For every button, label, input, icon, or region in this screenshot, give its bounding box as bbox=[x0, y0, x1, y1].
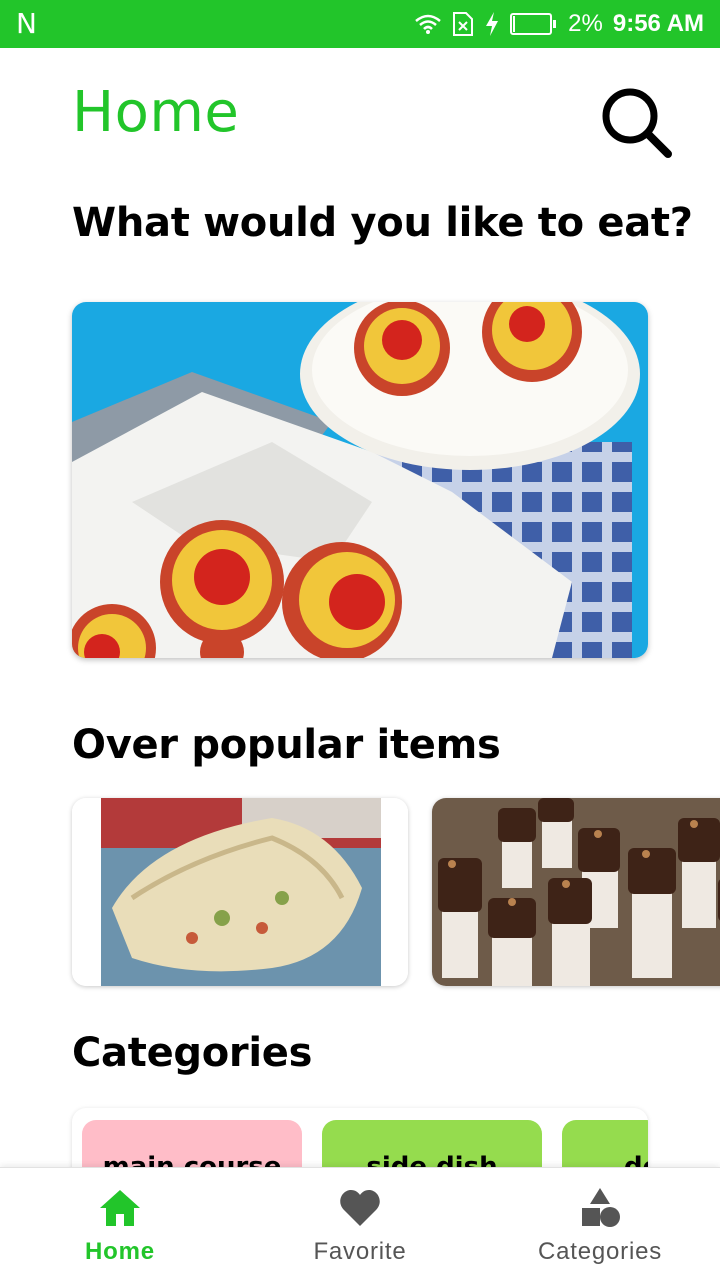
heart-icon bbox=[340, 1190, 380, 1226]
popular-item-card[interactable] bbox=[432, 798, 720, 986]
status-icons: 2% 9:56 AM bbox=[414, 0, 704, 48]
nav-home[interactable]: Home bbox=[0, 1168, 240, 1281]
no-sim-icon bbox=[453, 12, 474, 36]
shapes-icon bbox=[582, 1188, 620, 1227]
nav-label: Favorite bbox=[313, 1238, 407, 1265]
search-icon bbox=[602, 88, 672, 158]
page-subtitle: What would you like to eat? bbox=[72, 200, 693, 246]
popular-item-card[interactable] bbox=[72, 798, 408, 986]
status-bar: N 2% 9:56 AM bbox=[0, 0, 720, 48]
mini-quiche-photo bbox=[72, 302, 648, 658]
categories-section-title: Categories bbox=[72, 1030, 313, 1076]
charging-icon bbox=[486, 12, 499, 36]
clock: 9:56 AM bbox=[612, 10, 704, 37]
home-icon bbox=[100, 1190, 140, 1226]
nav-label: Categories bbox=[537, 1238, 663, 1265]
page-title: Home bbox=[72, 80, 240, 145]
nav-label: Home bbox=[85, 1238, 155, 1265]
featured-recipe-card[interactable] bbox=[72, 302, 648, 658]
battery-icon bbox=[510, 13, 557, 35]
search-button[interactable] bbox=[596, 84, 676, 164]
carrier-glyph: N bbox=[16, 7, 37, 40]
wifi-icon bbox=[415, 14, 441, 34]
bottom-navigation: Home Favorite Categories bbox=[0, 1167, 720, 1281]
chocolate-bites-photo bbox=[432, 798, 720, 986]
popular-section-title: Over popular items bbox=[72, 722, 501, 768]
nav-categories[interactable]: Categories bbox=[480, 1168, 720, 1281]
savory-pie-photo bbox=[72, 798, 408, 986]
battery-percent: 2% bbox=[568, 10, 603, 37]
nav-favorite[interactable]: Favorite bbox=[240, 1168, 480, 1281]
